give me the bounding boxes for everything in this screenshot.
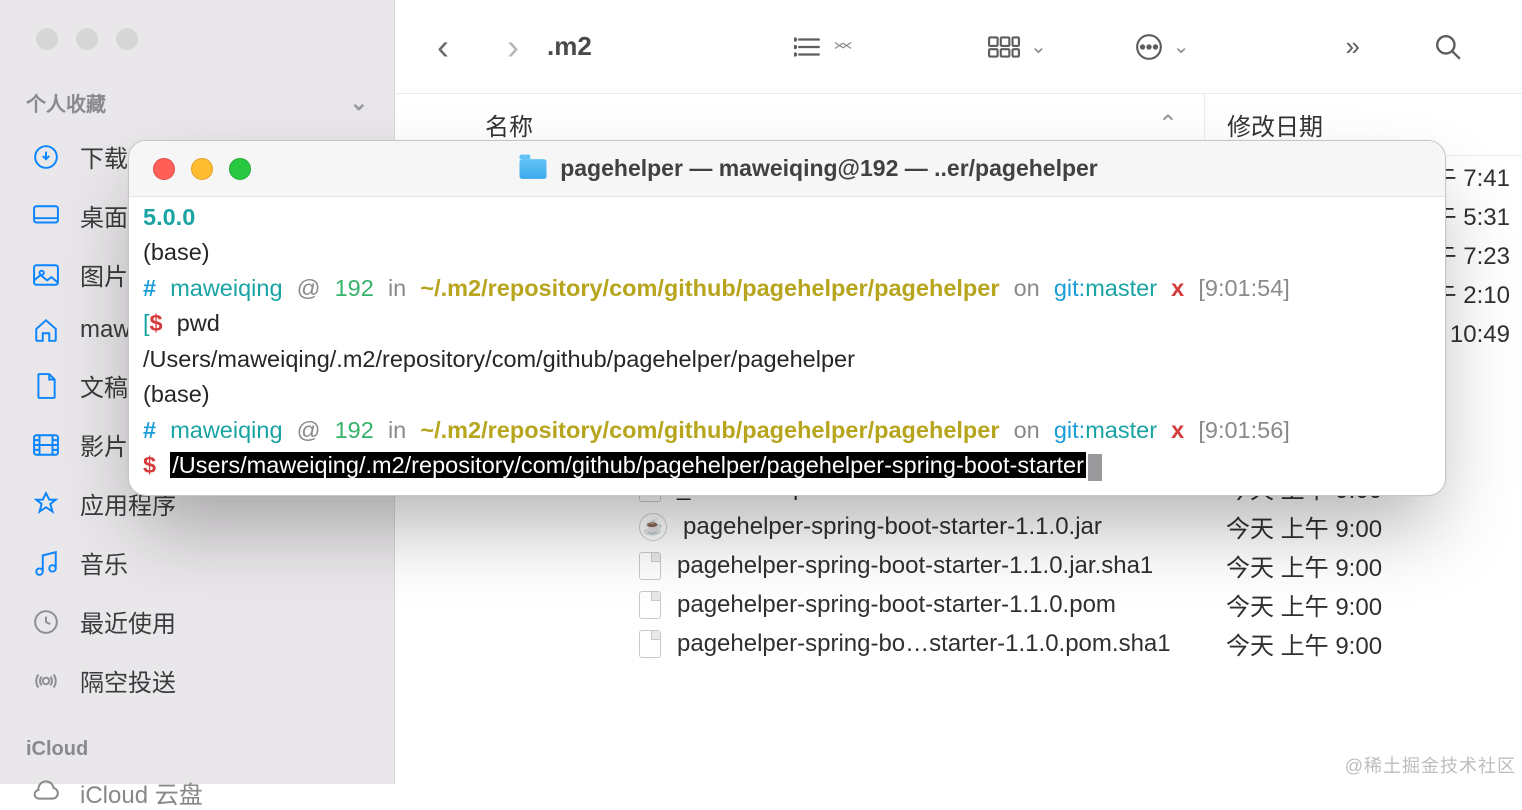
nav-arrows: ‹ › [437, 26, 519, 68]
minimize-button[interactable] [191, 158, 213, 180]
cloud-icon [32, 779, 60, 807]
close-dot[interactable] [36, 28, 58, 50]
action-button[interactable]: ⌄ [1135, 33, 1190, 61]
file-date: 今天 上午 9:00 [1204, 509, 1522, 544]
document-icon [639, 552, 661, 580]
chevron-down-icon[interactable]: ⌄ [350, 90, 368, 116]
music-icon [32, 549, 60, 577]
finder-toolbar: ‹ › .m2 ︿﹀ ⌄ ⌄ » [395, 0, 1522, 94]
cursor [1088, 454, 1102, 481]
file-name: pagehelper-spring-boot-starter-1.1.0.jar… [677, 552, 1153, 580]
zoom-button[interactable] [229, 158, 251, 180]
group-button[interactable]: ⌄ [988, 34, 1047, 59]
overflow-button[interactable]: » [1346, 31, 1360, 62]
file-name: pagehelper-spring-boot-starter-1.1.0.pom [677, 591, 1116, 619]
terminal-window-controls[interactable] [129, 158, 271, 180]
jar-icon: ☕ [639, 513, 667, 541]
documents-icon [32, 372, 60, 400]
sidebar-icloud-header[interactable]: iCloud [0, 710, 394, 761]
home-icon [32, 316, 60, 344]
sidebar-item-icloud-drive[interactable]: iCloud 云盘 [0, 761, 394, 810]
movies-icon [32, 431, 60, 459]
terminal-body[interactable]: 5.0.0 (base) # maweiqing @ 192 in ~/.m2/… [129, 197, 1445, 495]
view-list-button[interactable]: ︿﹀ [794, 36, 852, 58]
file-date: 今天 上午 9:00 [1204, 587, 1522, 622]
file-date: 今天 上午 9:00 [1204, 548, 1522, 583]
favorites-label: 个人收藏 [26, 88, 106, 117]
document-icon [639, 591, 661, 619]
file-name: pagehelper-spring-boot-starter-1.1.0.jar [683, 513, 1102, 541]
window-controls[interactable] [0, 14, 394, 82]
back-button[interactable]: ‹ [437, 26, 449, 68]
file-row[interactable]: pagehelper-spring-bo…starter-1.1.0.pom.s… [395, 624, 1522, 663]
terminal-window[interactable]: pagehelper — maweiqing@192 — ..er/pagehe… [128, 140, 1446, 496]
sidebar-item-recents[interactable]: 最近使用 [26, 592, 368, 651]
updown-icon: ︿﹀ [834, 38, 852, 56]
desktop-icon [32, 202, 60, 230]
terminal-title: pagehelper — maweiqing@192 — ..er/pagehe… [271, 155, 1445, 182]
recents-icon [32, 608, 60, 636]
file-name: pagehelper-spring-bo…starter-1.1.0.pom.s… [677, 630, 1171, 658]
sort-indicator-icon: ⌃ [1158, 110, 1178, 139]
watermark: @稀土掘金技术社区 [1345, 752, 1516, 778]
close-button[interactable] [153, 158, 175, 180]
file-row[interactable]: ☕ pagehelper-spring-boot-starter-1.1.0.ja… [395, 507, 1522, 546]
column-name[interactable]: 名称 ⌃ [395, 107, 1204, 142]
document-icon [639, 630, 661, 658]
download-icon [32, 143, 60, 171]
search-button[interactable] [1434, 33, 1462, 61]
location-title: .m2 [547, 31, 592, 62]
file-date: 今天 上午 9:00 [1204, 626, 1522, 661]
forward-button[interactable]: › [507, 26, 519, 68]
pictures-icon [32, 261, 60, 289]
sidebar-item-airdrop[interactable]: 隔空投送 [26, 651, 368, 710]
minimize-dot[interactable] [76, 28, 98, 50]
chevron-down-icon: ⌄ [1030, 34, 1047, 59]
highlighted-path: /Users/maweiqing/.m2/repository/com/gith… [170, 452, 1086, 478]
airdrop-icon [32, 667, 60, 695]
sidebar-item-music[interactable]: 音乐 [26, 533, 368, 592]
sidebar-favorites-header[interactable]: 个人收藏 ⌄ [26, 82, 368, 127]
file-row[interactable]: pagehelper-spring-boot-starter-1.1.0.pom… [395, 585, 1522, 624]
terminal-titlebar[interactable]: pagehelper — maweiqing@192 — ..er/pagehe… [129, 141, 1445, 197]
zoom-dot[interactable] [116, 28, 138, 50]
file-row[interactable]: pagehelper-spring-boot-starter-1.1.0.jar… [395, 546, 1522, 585]
applications-icon [32, 490, 60, 518]
folder-icon [520, 159, 547, 179]
chevron-down-icon: ⌄ [1173, 34, 1190, 59]
